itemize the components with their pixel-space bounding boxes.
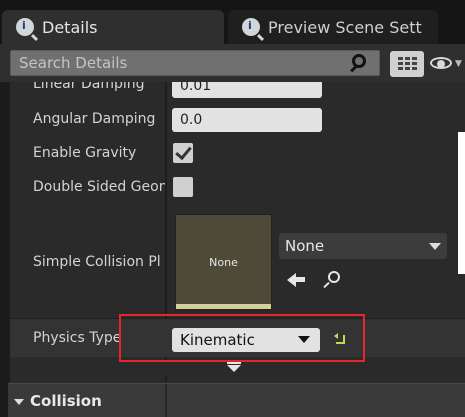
side-panel-edge [458,132,465,274]
double-sided-label: Double Sided Geon [33,179,165,195]
panel-gutter [0,82,10,417]
highlight-box [119,314,365,362]
expander-line [227,362,241,364]
category-collision-header[interactable]: Collision [8,383,465,417]
asset-picker-combo[interactable]: None [279,233,447,259]
category-collision-label: Collision [30,392,102,410]
category-splitter [165,384,167,417]
angular-damping-label: Angular Damping [33,111,156,127]
search-input[interactable] [10,50,380,76]
simple-collision-label: Simple Collision Pl [33,254,161,270]
use-selected-arrow-icon[interactable] [287,272,305,288]
tab-preview-scene-settings[interactable]: i Preview Scene Sett [228,10,438,44]
asset-picker-value: None [285,237,325,255]
tab-details-label: Details [42,17,98,37]
browse-search-icon[interactable] [322,271,342,289]
linear-damping-label: Linear Damping [33,82,145,92]
enable-gravity-label: Enable Gravity [33,145,137,161]
expand-arrow-icon [227,365,241,372]
tab-bar: i Details i Preview Scene Sett [0,0,465,44]
thumbnail-text: None [209,255,238,269]
linear-damping-input[interactable] [172,82,322,98]
advanced-expander[interactable] [10,362,465,376]
search-row: ▼ [0,44,465,82]
details-panel: Linear Damping Angular Damping Enable Gr… [0,82,465,417]
double-sided-checkbox[interactable] [173,177,193,197]
collapse-triangle-icon [14,399,24,405]
property-matrix-button[interactable] [390,51,424,77]
details-icon: i [242,18,260,36]
tab-details[interactable]: i Details [2,10,224,44]
angular-damping-input[interactable] [172,108,322,132]
enable-gravity-checkbox[interactable] [173,143,193,163]
chevron-down-icon [429,243,441,250]
view-options-eye-icon[interactable]: ▼ [430,55,462,71]
asset-thumbnail[interactable]: None [175,214,272,310]
physics-type-label: Physics Type [33,330,122,346]
search-icon[interactable] [350,53,372,75]
details-icon: i [16,18,34,36]
thumbnail-color-bar [176,304,271,309]
tab-preview-scene-label: Preview Scene Sett [268,17,422,37]
